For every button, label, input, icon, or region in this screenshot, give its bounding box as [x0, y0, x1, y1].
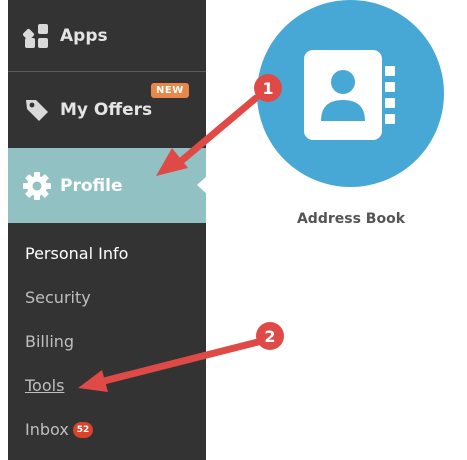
annotation-overlay: 1 2: [78, 74, 284, 392]
callout-arrow-2: 2: [78, 322, 284, 392]
step-marker-1-label: 1: [262, 79, 273, 98]
callout-arrow-1: 1: [156, 74, 282, 176]
step-marker-2-label: 2: [264, 327, 275, 346]
